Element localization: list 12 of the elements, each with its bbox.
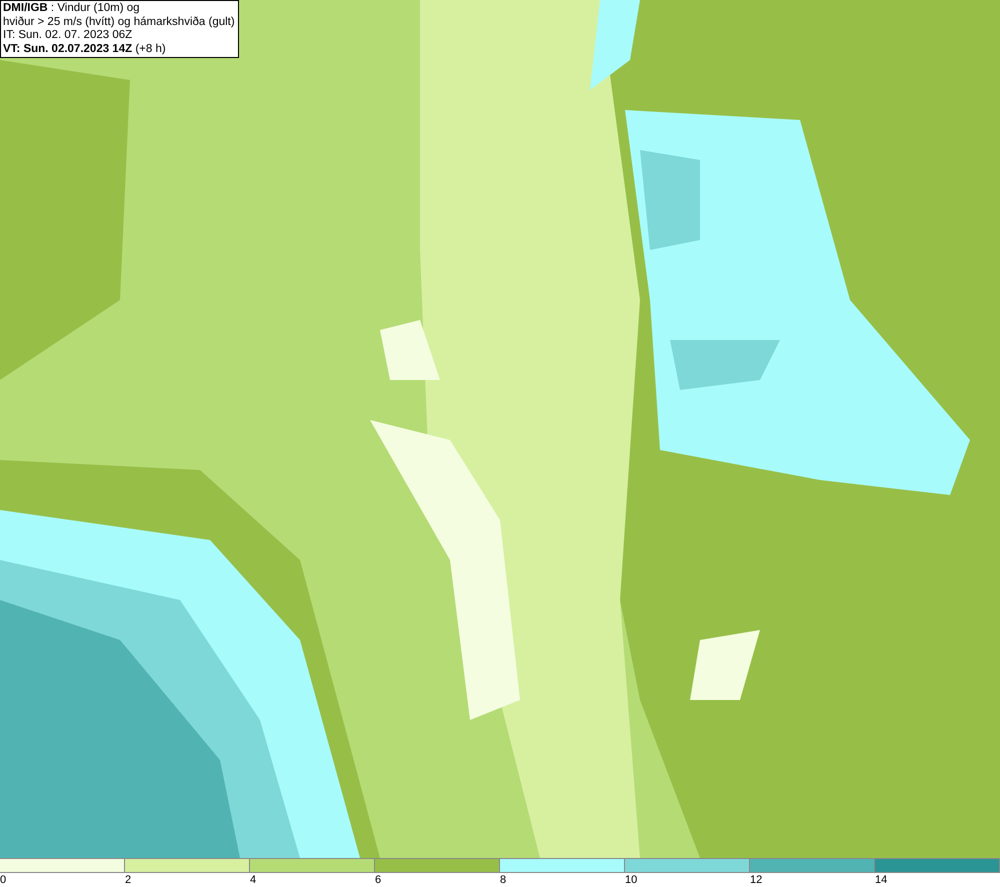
info-text: hviður > 25 m/s (hvítt) og hámarkshviða (gult) <box>3 16 235 29</box>
legend-tick-label: 10 <box>625 873 638 887</box>
legend-tick-label: 0 <box>0 873 8 887</box>
legend-tick-label: 8 <box>500 873 508 887</box>
legend-tick-label: 14 <box>875 873 888 887</box>
legend-tick-label: 12 <box>750 873 764 887</box>
info-text: DMI/IGB : Vindur (10m) og <box>3 2 141 16</box>
legend-tick-label: 2 <box>125 873 132 887</box>
info-text: VT: Sun. 02.07.2023 14Z (+8 h) <box>3 42 167 56</box>
legend-tick-label: 6 <box>375 873 382 887</box>
legend-tick-label: 4 <box>250 873 258 887</box>
info-text: IT: Sun. 02. 07. 2023 06Z <box>3 29 134 42</box>
